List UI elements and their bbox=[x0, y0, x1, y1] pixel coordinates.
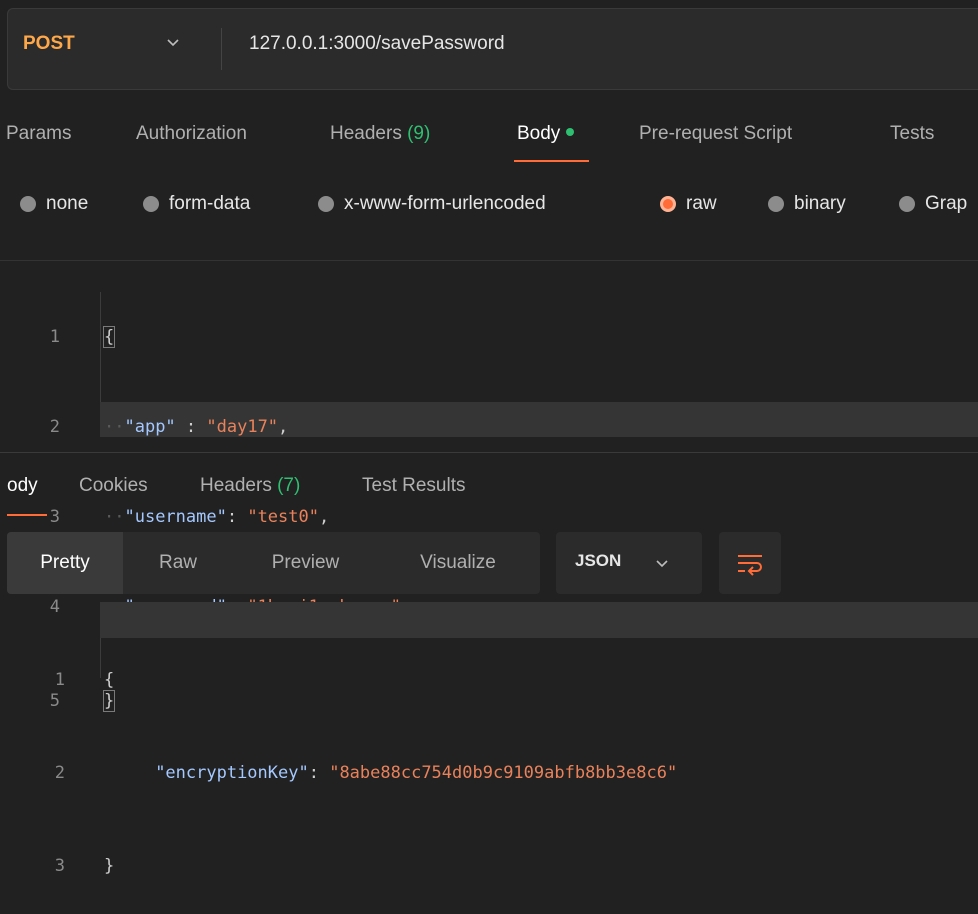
line-number: 2 bbox=[49, 417, 60, 437]
radio-label: form-data bbox=[169, 193, 251, 214]
tab-label: Cookies bbox=[79, 475, 148, 496]
radio-circle-icon bbox=[143, 196, 159, 212]
url-divider bbox=[221, 28, 222, 70]
tab-response-headers[interactable]: Headers (7) bbox=[200, 475, 300, 497]
json-key: "username" bbox=[124, 507, 227, 527]
line-number: 3 bbox=[54, 856, 65, 876]
tab-label: Headers bbox=[200, 475, 278, 496]
wrap-lines-icon bbox=[738, 555, 762, 576]
tab-response-body[interactable]: ody bbox=[7, 475, 38, 497]
format-label: JSON bbox=[575, 551, 622, 570]
chevron-down-icon bbox=[656, 560, 668, 568]
active-tab-indicator bbox=[7, 514, 47, 516]
line-number: 3 bbox=[49, 507, 60, 527]
tab-pre-request-script[interactable]: Pre-request Script bbox=[639, 123, 792, 145]
view-pretty-button[interactable]: Pretty bbox=[7, 532, 123, 594]
view-preview-button[interactable]: Preview bbox=[243, 532, 368, 594]
tab-authorization[interactable]: Authorization bbox=[136, 123, 247, 145]
json-key: "encryptionKey" bbox=[155, 763, 309, 783]
line-number: 1 bbox=[54, 670, 65, 690]
radio-graphql[interactable]: Grap bbox=[899, 193, 967, 215]
tab-label: Pre-request Script bbox=[639, 123, 793, 144]
open-brace: { bbox=[102, 326, 116, 348]
radio-circle-icon bbox=[318, 196, 334, 212]
response-line-numbers: 1 2 3 bbox=[35, 605, 65, 914]
radio-circle-icon bbox=[899, 196, 915, 212]
headers-count: (9) bbox=[407, 123, 431, 144]
radio-label: Grap bbox=[925, 193, 968, 214]
tab-test-results[interactable]: Test Results bbox=[362, 475, 465, 497]
json-comma: , bbox=[318, 507, 330, 527]
json-separator: : bbox=[226, 507, 248, 527]
radio-none[interactable]: none bbox=[20, 193, 88, 215]
radio-label: binary bbox=[794, 193, 846, 214]
radio-x-www-form-urlencoded[interactable]: x-www-form-urlencoded bbox=[318, 193, 546, 215]
json-comma: , bbox=[278, 417, 289, 437]
json-value: "8abe88cc754d0b9c9109abfb8bb3e8c6" bbox=[329, 763, 678, 783]
radio-circle-icon bbox=[768, 196, 784, 212]
view-raw-button[interactable]: Raw bbox=[133, 532, 223, 594]
json-value: "test0" bbox=[247, 507, 319, 527]
active-tab-indicator bbox=[514, 160, 589, 162]
tab-label: ody bbox=[7, 475, 38, 496]
line-number: 1 bbox=[49, 327, 60, 347]
tab-label: Test Results bbox=[362, 475, 466, 496]
radio-label: none bbox=[46, 193, 89, 214]
chevron-down-icon[interactable] bbox=[165, 34, 181, 50]
indent-guide bbox=[100, 638, 101, 678]
radio-circle-icon bbox=[20, 196, 36, 212]
response-body-viewer[interactable]: { "encryptionKey": "8abe88cc754d0b9c9109… bbox=[104, 605, 677, 914]
tab-label: Tests bbox=[890, 123, 935, 144]
tab-label: Headers bbox=[330, 123, 408, 144]
tab-params[interactable]: Params bbox=[6, 123, 71, 145]
tab-cookies[interactable]: Cookies bbox=[79, 475, 148, 497]
radio-form-data[interactable]: form-data bbox=[143, 193, 250, 215]
tab-label: Body bbox=[517, 123, 561, 144]
tab-label: Authorization bbox=[136, 123, 247, 144]
section-divider bbox=[0, 260, 978, 261]
radio-selected-icon bbox=[660, 196, 676, 212]
close-brace: } bbox=[104, 856, 115, 876]
json-separator: : bbox=[308, 763, 330, 783]
tab-body[interactable]: Body bbox=[517, 123, 575, 145]
radio-label: x-www-form-urlencoded bbox=[344, 193, 546, 214]
modified-dot-icon bbox=[566, 128, 575, 137]
json-separator: : bbox=[175, 417, 207, 437]
indent-guide bbox=[100, 292, 101, 402]
radio-binary[interactable]: binary bbox=[768, 193, 846, 215]
view-visualize-button[interactable]: Visualize bbox=[393, 532, 523, 594]
json-value: "day17" bbox=[206, 417, 279, 437]
open-brace: { bbox=[104, 670, 115, 690]
method-selector[interactable]: POST bbox=[23, 33, 75, 55]
tab-tests[interactable]: Tests bbox=[890, 123, 934, 145]
headers-count: (7) bbox=[277, 475, 301, 496]
radio-raw[interactable]: raw bbox=[660, 193, 717, 215]
url-input[interactable]: 127.0.0.1:3000/savePassword bbox=[249, 33, 505, 55]
tab-label: Params bbox=[6, 123, 72, 144]
json-key: "app" bbox=[124, 417, 176, 437]
radio-label: raw bbox=[686, 193, 717, 214]
response-divider bbox=[0, 452, 978, 453]
tab-headers[interactable]: Headers (9) bbox=[330, 123, 430, 145]
line-number: 2 bbox=[54, 763, 65, 783]
